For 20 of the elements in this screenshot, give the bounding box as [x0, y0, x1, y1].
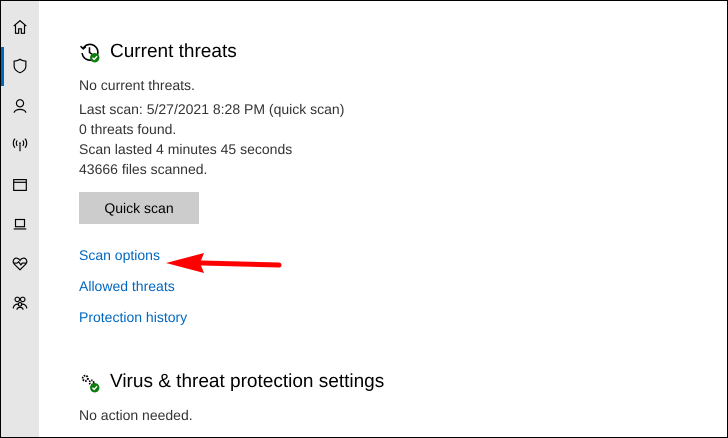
link[interactable]: Scan options	[79, 245, 160, 265]
shield-icon	[11, 57, 29, 76]
quick-scan-button[interactable]: Quick scan	[79, 192, 199, 224]
status-text: 43666 files scanned.	[79, 160, 208, 179]
home-icon	[11, 18, 29, 36]
family-icon	[11, 294, 29, 312]
section-title: Virus & threat protection settings	[110, 371, 384, 393]
person-icon	[11, 96, 29, 115]
heart-pulse-icon	[11, 254, 29, 273]
status-text: Last scan: 5/27/2021 8:28 PM (quick scan)	[79, 100, 344, 119]
status-text: No action needed.	[79, 406, 193, 425]
section-title: Current threats	[110, 41, 237, 63]
status-text: No current threats.	[79, 76, 195, 95]
antenna-icon	[11, 136, 29, 154]
status-text: 0 threats found.	[79, 120, 176, 139]
history-check-icon	[79, 42, 100, 62]
status-text: Scan lasted 4 minutes 45 seconds	[79, 140, 292, 159]
link[interactable]: Allowed threats	[79, 276, 175, 296]
link[interactable]: Protection history	[79, 307, 188, 327]
gears-check-icon	[79, 372, 100, 392]
